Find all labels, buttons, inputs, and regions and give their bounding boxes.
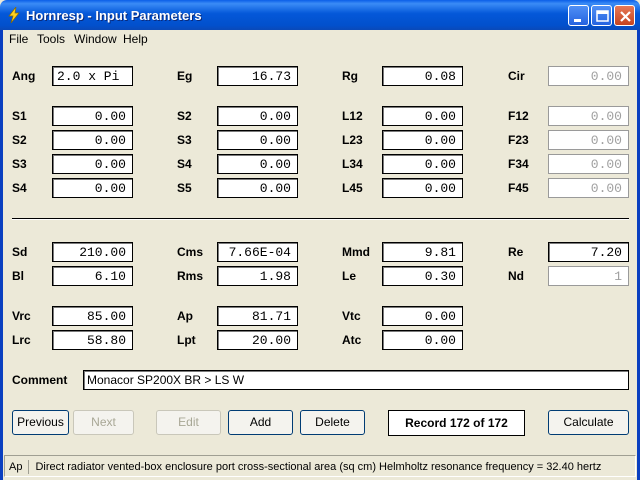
delete-button[interactable]: Delete (300, 410, 365, 435)
comment-field[interactable]: Monacor SP200X BR > LS W (83, 370, 629, 390)
rms-field[interactable]: 1.98 (217, 266, 298, 286)
s1-field[interactable]: 0.00 (52, 106, 133, 126)
label-l34: L34 (342, 157, 363, 171)
maximize-icon (596, 10, 609, 22)
label-vrc: Vrc (12, 309, 31, 323)
label-l12: L12 (342, 109, 363, 123)
add-button[interactable]: Add (228, 410, 293, 435)
label-s2-b: S2 (177, 109, 192, 123)
s3-field[interactable]: 0.00 (52, 154, 133, 174)
status-field-name: Ap (9, 460, 23, 473)
next-button[interactable]: Next (73, 410, 134, 435)
label-ang: Ang (12, 69, 36, 83)
label-f23: F23 (508, 133, 529, 147)
label-s4: S4 (12, 181, 27, 195)
vtc-field[interactable]: 0.00 (382, 306, 463, 326)
menu-file[interactable]: File (9, 32, 28, 46)
vrc-field[interactable]: 85.00 (52, 306, 133, 326)
minimize-icon (574, 19, 581, 22)
close-button[interactable] (614, 5, 635, 26)
eg-field[interactable]: 16.73 (217, 66, 298, 86)
f34-field: 0.00 (548, 154, 629, 174)
label-cir: Cir (508, 69, 525, 83)
label-cms: Cms (177, 245, 204, 259)
status-description: Direct radiator vented-box enclosure por… (35, 460, 602, 473)
s3-b-field[interactable]: 0.00 (217, 130, 298, 150)
label-eg: Eg (177, 69, 193, 83)
ap-field[interactable]: 81.71 (217, 306, 298, 326)
label-l23: L23 (342, 133, 363, 147)
window-title: Hornresp - Input Parameters (26, 8, 202, 23)
window-frame-left (0, 30, 3, 480)
l12-field[interactable]: 0.00 (382, 106, 463, 126)
rg-field[interactable]: 0.08 (382, 66, 463, 86)
l34-field[interactable]: 0.00 (382, 154, 463, 174)
lpt-field[interactable]: 20.00 (217, 330, 298, 350)
label-s3: S3 (12, 157, 27, 171)
lightning-icon (8, 7, 20, 23)
label-vtc: Vtc (342, 309, 361, 323)
s2-b-field[interactable]: 0.00 (217, 106, 298, 126)
le-field[interactable]: 0.30 (382, 266, 463, 286)
f45-field: 0.00 (548, 178, 629, 198)
l45-field[interactable]: 0.00 (382, 178, 463, 198)
label-s5: S5 (177, 181, 192, 195)
status-bar: Ap Direct radiator vented-box enclosure p… (4, 455, 636, 477)
label-lpt: Lpt (177, 333, 196, 347)
label-s4-b: S4 (177, 157, 192, 171)
s2-field[interactable]: 0.00 (52, 130, 133, 150)
s4-b-field[interactable]: 0.00 (217, 154, 298, 174)
atc-field[interactable]: 0.00 (382, 330, 463, 350)
previous-button[interactable]: Previous (12, 410, 69, 435)
s4-field[interactable]: 0.00 (52, 178, 133, 198)
label-s2: S2 (12, 133, 27, 147)
label-lrc: Lrc (12, 333, 31, 347)
record-indicator: Record 172 of 172 (388, 410, 525, 436)
cms-field[interactable]: 7.66E-04 (217, 242, 298, 262)
label-f45: F45 (508, 181, 529, 195)
section-divider (12, 218, 629, 220)
menu-window[interactable]: Window (74, 32, 117, 46)
maximize-button[interactable] (591, 5, 612, 26)
label-f12: F12 (508, 109, 529, 123)
menu-help[interactable]: Help (123, 32, 148, 46)
minimize-button[interactable] (568, 5, 589, 26)
label-s3-b: S3 (177, 133, 192, 147)
nd-field: 1 (548, 266, 629, 286)
l23-field[interactable]: 0.00 (382, 130, 463, 150)
close-icon (620, 11, 631, 22)
label-l45: L45 (342, 181, 363, 195)
f12-field: 0.00 (548, 106, 629, 126)
label-sd: Sd (12, 245, 28, 259)
status-separator (28, 460, 30, 474)
label-rms: Rms (177, 269, 204, 283)
label-le: Le (342, 269, 357, 283)
f23-field: 0.00 (548, 130, 629, 150)
label-nd: Nd (508, 269, 524, 283)
label-rg: Rg (342, 69, 358, 83)
edit-button[interactable]: Edit (156, 410, 221, 435)
label-comment: Comment (12, 373, 68, 387)
lrc-field[interactable]: 58.80 (52, 330, 133, 350)
menu-bar: File Tools Window Help (4, 30, 636, 48)
calculate-button[interactable]: Calculate (548, 410, 629, 435)
label-atc: Atc (342, 333, 362, 347)
cir-field: 0.00 (548, 66, 629, 86)
re-field[interactable]: 7.20 (548, 242, 629, 262)
bl-field[interactable]: 6.10 (52, 266, 133, 286)
s5-field[interactable]: 0.00 (217, 178, 298, 198)
label-s1: S1 (12, 109, 27, 123)
mmd-field[interactable]: 9.81 (382, 242, 463, 262)
label-mmd: Mmd (342, 245, 370, 259)
ang-field[interactable]: 2.0 x Pi (52, 66, 133, 86)
label-ap: Ap (177, 309, 193, 323)
menu-tools[interactable]: Tools (37, 32, 65, 46)
sd-field[interactable]: 210.00 (52, 242, 133, 262)
label-f34: F34 (508, 157, 529, 171)
title-bar[interactable]: Hornresp - Input Parameters (0, 0, 640, 30)
label-bl: Bl (12, 269, 24, 283)
label-re: Re (508, 245, 524, 259)
